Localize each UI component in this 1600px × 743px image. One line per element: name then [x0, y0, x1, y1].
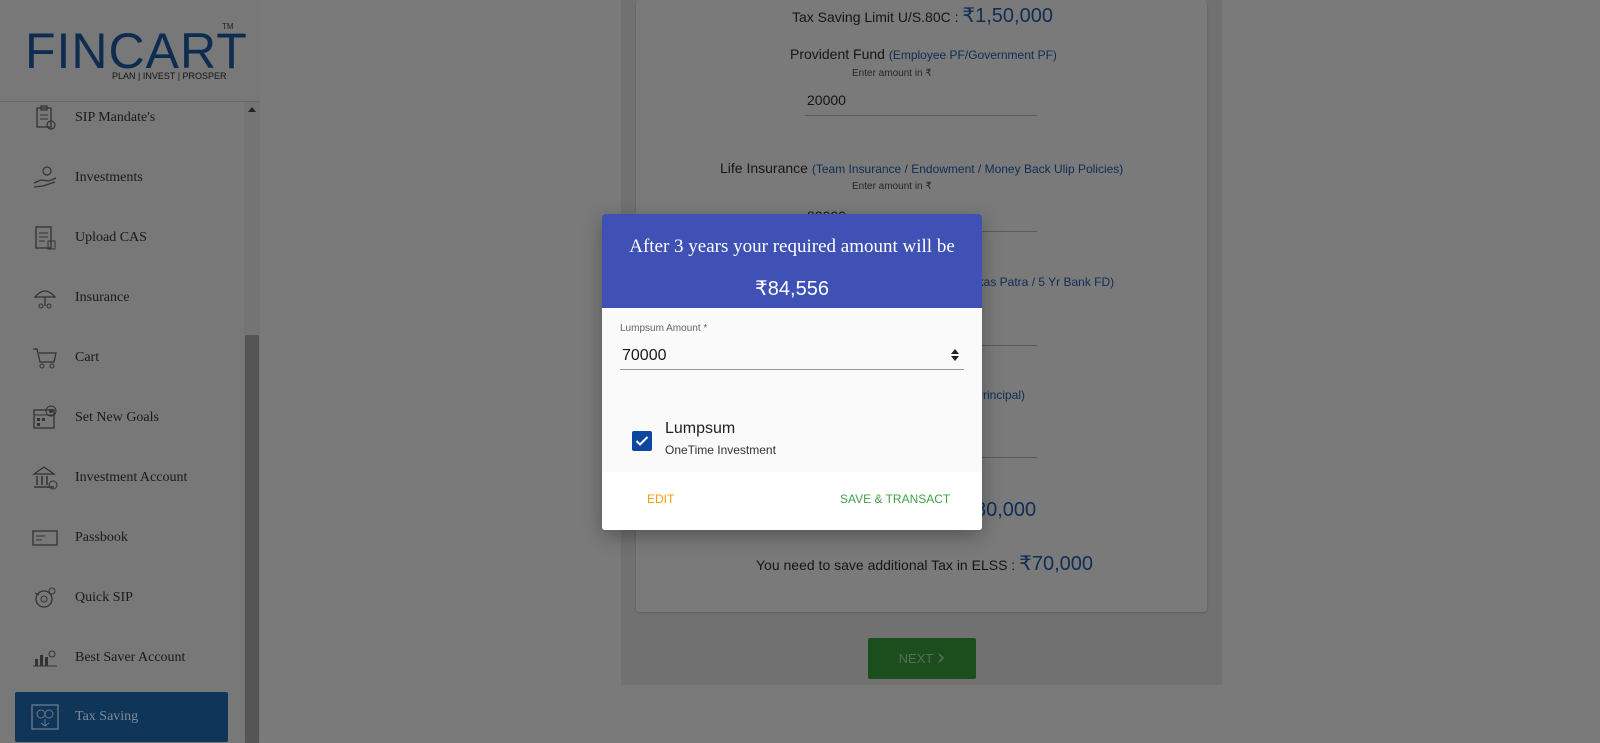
page-scrollbar[interactable] — [1585, 0, 1600, 743]
tax-limit-label: Tax Saving Limit U/S.80C : — [792, 9, 959, 25]
total-value: 80,000 — [975, 499, 1037, 521]
dialog-header: After 3 years your required amount will … — [602, 214, 982, 308]
sidebar-item-label: SIP Mandate's — [75, 110, 156, 125]
logo-tagline: PLAN | INVEST | PROSPER — [112, 71, 227, 81]
edit-button[interactable]: EDIT — [647, 492, 674, 506]
lumpsum-dialog: After 3 years your required amount will … — [602, 214, 982, 530]
sidebar-item-best-saver-account[interactable]: Best Saver Account — [0, 628, 244, 688]
scroll-up-arrow-icon[interactable] — [248, 107, 256, 112]
next-button[interactable]: NEXT — [868, 638, 976, 679]
life-insurance-label: Life Insurance — [720, 160, 808, 176]
lumpsum-amount-input[interactable]: 70000 — [620, 344, 964, 370]
next-button-label: NEXT — [898, 651, 934, 666]
sidebar-item-label: Passbook — [75, 530, 128, 545]
sidebar-item-label: Quick SIP — [75, 590, 133, 605]
lumpsum-checkbox[interactable] — [632, 431, 652, 451]
checkmark-icon — [635, 436, 649, 446]
hand-coin-icon — [30, 163, 60, 193]
life-insurance-label-row: Life Insurance (Team Insurance / Endowme… — [720, 160, 1123, 176]
umbrella-icon — [30, 283, 60, 313]
scrollbar-thumb[interactable] — [245, 335, 259, 743]
sidebar-item-tax-saving[interactable]: Tax Saving — [15, 692, 228, 742]
provident-fund-label-row: Provident Fund (Employee PF/Government P… — [790, 46, 1057, 62]
passbook-icon — [30, 523, 60, 553]
li-enter-amount-hint: Enter amount in ₹ — [852, 181, 932, 192]
sidebar-item-label: Tax Saving — [75, 709, 139, 724]
sidebar: FINCART TM PLAN | INVEST | PROSPER SIP M… — [0, 0, 260, 743]
cart-icon — [30, 343, 60, 373]
goal-calendar-icon — [30, 403, 60, 433]
required-amount: ₹84,556 — [755, 278, 829, 300]
tax-limit-row: Tax Saving Limit U/S.80C : ₹1,50,000 — [792, 3, 1053, 28]
lumpsum-amount-label: Lumpsum Amount * — [620, 323, 708, 334]
sidebar-item-investments[interactable]: Investments — [0, 148, 244, 208]
sidebar-item-label: Insurance — [75, 290, 130, 305]
provident-fund-input[interactable]: 20000 — [805, 92, 1037, 116]
sidebar-item-label: Set New Goals — [75, 410, 159, 425]
sidebar-item-insurance[interactable]: Insurance — [0, 268, 244, 328]
logo[interactable]: FINCART TM PLAN | INVEST | PROSPER — [0, 0, 260, 102]
elss-value: ₹70,000 — [1019, 553, 1093, 575]
sidebar-item-upload-cas[interactable]: Upload CAS — [0, 208, 244, 268]
save-and-transact-button[interactable]: SAVE & TRANSACT — [840, 492, 950, 506]
sidebar-item-investment-account[interactable]: Investment Account — [0, 448, 244, 508]
option-title: Lumpsum — [665, 420, 736, 437]
sidebar-item-label: Investment Account — [75, 470, 188, 485]
pf-enter-amount-hint: Enter amount in ₹ — [852, 68, 932, 79]
sidebar-item-label: Cart — [75, 350, 100, 365]
dialog-title: After 3 years your required amount will … — [629, 236, 955, 257]
bank-icon — [30, 463, 60, 493]
lumpsum-option[interactable]: Lumpsum OneTime Investment — [632, 415, 952, 465]
elss-row: You need to save additional Tax in ELSS … — [756, 551, 1093, 576]
saver-icon — [30, 643, 60, 673]
sidebar-item-set-new-goals[interactable]: Set New Goals — [0, 388, 244, 448]
option-subtitle: OneTime Investment — [665, 443, 776, 457]
clipboard-icon — [30, 103, 60, 133]
number-spinner-icon[interactable] — [950, 347, 960, 363]
sidebar-scrollbar[interactable] — [244, 102, 260, 743]
sidebar-item-quick-sip[interactable]: Quick SIP — [0, 568, 244, 628]
sidebar-item-label: Upload CAS — [75, 230, 147, 245]
tax-limit-value: ₹1,50,000 — [962, 5, 1053, 27]
provident-fund-hint: (Employee PF/Government PF) — [888, 48, 1057, 62]
fourth-category-hint: Principal) — [975, 388, 1026, 402]
life-insurance-hint: (Team Insurance / Endowment / Money Back… — [811, 162, 1124, 176]
provident-fund-label: Provident Fund — [790, 46, 885, 62]
dialog-footer: EDIT SAVE & TRANSACT — [602, 472, 982, 530]
third-category-hint: ikas Patra / 5 Yr Bank FD) — [975, 275, 1115, 289]
logo-trademark: TM — [222, 22, 234, 31]
chevron-right-icon — [937, 651, 945, 666]
sidebar-item-label: Investments — [75, 170, 143, 185]
document-upload-icon — [30, 223, 60, 253]
elss-label: You need to save additional Tax in ELSS … — [756, 557, 1016, 573]
sidebar-item-cart[interactable]: Cart — [0, 328, 244, 388]
quick-sip-icon — [30, 583, 60, 613]
lumpsum-amount-value: 70000 — [622, 347, 667, 364]
sidebar-item-sip-mandates[interactable]: SIP Mandate's — [0, 88, 244, 148]
sidebar-item-label: Best Saver Account — [75, 650, 186, 665]
tax-saving-icon — [30, 702, 60, 732]
sidebar-item-passbook[interactable]: Passbook — [0, 508, 244, 568]
